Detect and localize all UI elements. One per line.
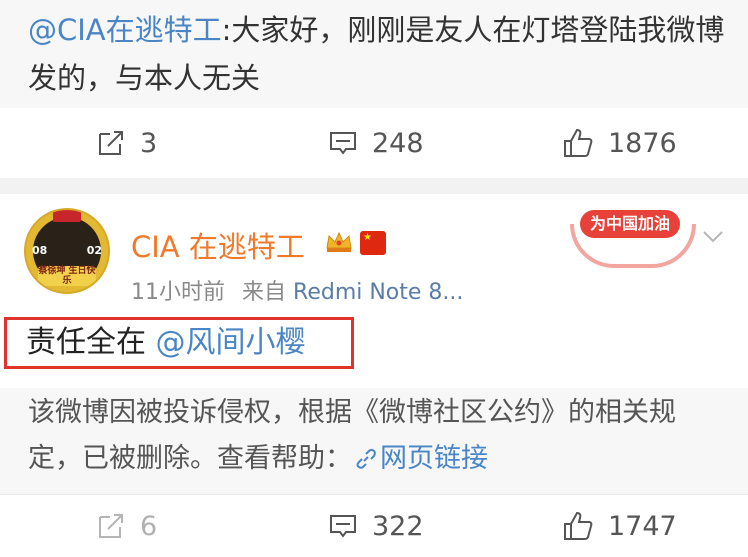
share-arrow-icon [99, 131, 123, 155]
source-prefix: 来自 [242, 280, 287, 305]
repost-mention[interactable]: @CIA在逃特工 [28, 13, 222, 47]
avatar[interactable]: 08 02 蔡徐坤 生日快乐 [26, 210, 108, 292]
support-badge[interactable]: 为中国加油 [570, 200, 696, 270]
like-count: 1876 [608, 127, 677, 159]
comment-bubble-icon [330, 132, 356, 155]
vip-crown-icon[interactable] [324, 230, 354, 254]
post-repost-count: 6 [140, 510, 158, 542]
thumbs-up-icon [564, 128, 593, 157]
weibo-post: 08 02 蔡徐坤 生日快乐 CIA 在逃特工 ★ 11小时前 来自 Redmi… [0, 194, 748, 495]
repost-content: @CIA在逃特工:大家好，刚刚是友人在灯塔登陆我微博发的，与本人无关 [0, 0, 748, 108]
like-button[interactable]: 1876 [562, 127, 677, 159]
avatar-number-left: 08 [32, 244, 48, 257]
badge-label: 为中国加油 [580, 210, 680, 238]
deleted-notice-text: 该微博因被投诉侵权，根据《微博社区公约》的相关规定，已被删除。查看帮助： 网页链接 [28, 390, 728, 482]
avatar-caption: 蔡徐坤 生日快乐 [38, 266, 96, 286]
repost-action-bar: 3 248 1876 [0, 108, 748, 178]
avatar-crown-decoration [53, 210, 81, 222]
chevron-down-icon[interactable] [702, 230, 724, 244]
post-time: 11小时前 [131, 280, 225, 305]
post-mention[interactable]: @风间小樱 [156, 325, 306, 360]
post-like-count: 1747 [608, 510, 677, 542]
comment-button[interactable]: 248 [328, 128, 424, 159]
link-icon [356, 448, 376, 469]
repost-text: @CIA在逃特工:大家好，刚刚是友人在灯塔登陆我微博发的，与本人无关 [28, 6, 728, 102]
help-link[interactable]: 网页链接 [352, 443, 488, 474]
repost-count: 3 [140, 127, 158, 159]
china-flag-icon[interactable]: ★ [360, 231, 386, 255]
post-action-bar: 6 322 1747 [0, 495, 748, 557]
post-like-button[interactable]: 1747 [562, 510, 677, 542]
deleted-notice: 该微博因被投诉侵权，根据《微博社区公约》的相关规定，已被删除。查看帮助： 网页链接 [0, 388, 748, 495]
post-source[interactable]: Redmi Note 8... [293, 280, 463, 305]
post-meta: 11小时前 来自 Redmi Note 8... [131, 274, 463, 306]
help-link-label: 网页链接 [380, 443, 488, 474]
comment-bubble-icon [330, 515, 356, 538]
section-gap [0, 178, 748, 194]
username[interactable]: CIA 在逃特工 [131, 224, 305, 266]
post-repost-button[interactable]: 6 [96, 511, 157, 542]
share-arrow-icon [99, 514, 123, 538]
repost-button[interactable]: 3 [96, 128, 157, 159]
post-text-body: 责任全在 [26, 325, 146, 360]
post-comment-button[interactable]: 322 [328, 511, 424, 542]
post-text: 责任全在 @风间小樱 [26, 321, 306, 365]
post-comment-count: 322 [372, 510, 424, 542]
comment-count: 248 [372, 127, 424, 159]
thumbs-up-icon [564, 511, 593, 540]
avatar-number-right: 02 [86, 244, 102, 257]
